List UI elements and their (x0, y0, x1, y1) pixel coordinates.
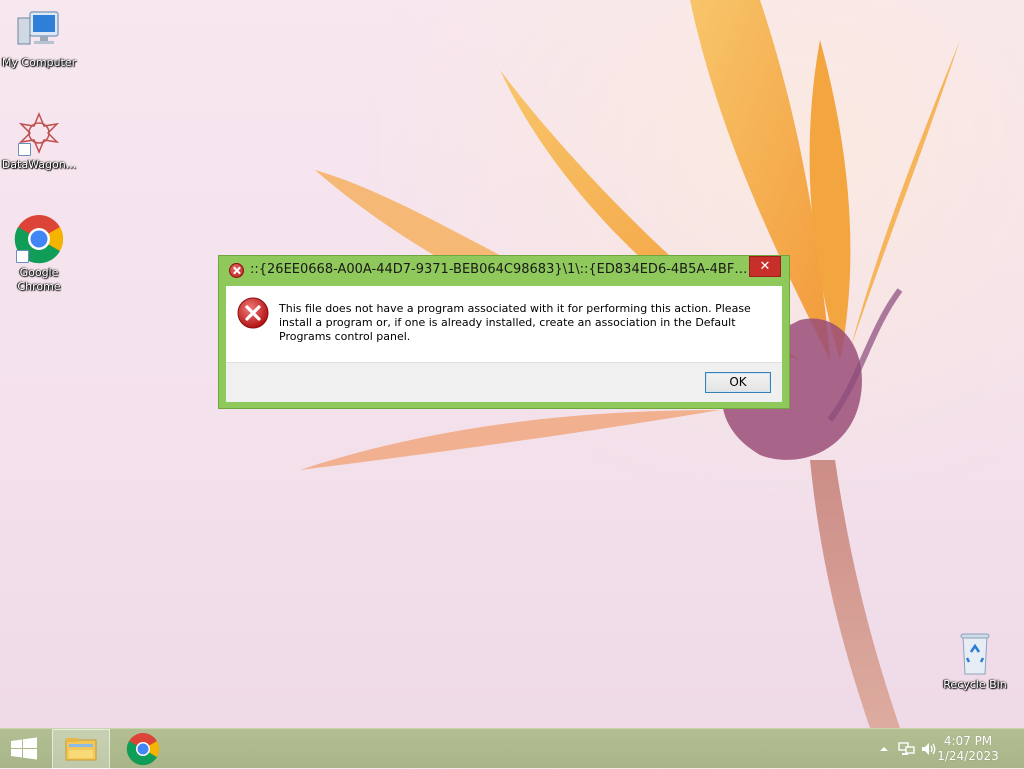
chrome-icon (126, 733, 160, 766)
dialog-title: ::{26EE0668-A00A-44D7-9371-BEB064C98683}… (250, 262, 755, 277)
message-area: This file does not have a program associ… (226, 286, 782, 362)
network-icon[interactable] (898, 741, 916, 757)
desktop-icon-my-computer[interactable]: My Computer (1, 8, 77, 70)
desktop-icon-label: Google Chrome (17, 266, 61, 293)
shortcut-arrow-icon (16, 250, 29, 263)
file-explorer-taskbar-button[interactable] (52, 729, 110, 769)
show-hidden-icons-chevron[interactable] (878, 743, 890, 755)
clock[interactable]: 4:07 PM 1/24/2023 (928, 734, 1008, 764)
taskbar: 4:07 PM 1/24/2023 (0, 728, 1024, 769)
dialog-titlebar[interactable]: ::{26EE0668-A00A-44D7-9371-BEB064C98683}… (219, 256, 789, 286)
clock-time: 4:07 PM (943, 734, 993, 748)
desktop-icon-label: My Computer (1, 56, 77, 69)
ok-button[interactable]: OK (705, 372, 771, 393)
clock-date: 1/24/2023 (937, 749, 999, 763)
desktop-icon-recycle-bin[interactable]: Recycle Bin (937, 632, 1013, 692)
desktop-icon-label: DataWagon... (1, 158, 77, 171)
computer-icon (17, 11, 59, 45)
shortcut-arrow-icon (18, 143, 31, 156)
error-message: This file does not have a program associ… (279, 302, 751, 343)
desktop-icon-label: Recycle Bin (943, 678, 1007, 691)
error-icon (237, 297, 269, 329)
chrome-taskbar-button[interactable] (114, 729, 172, 769)
start-button[interactable] (0, 729, 48, 769)
system-tray: 4:07 PM 1/24/2023 (864, 729, 1024, 769)
recycle-bin-icon (960, 633, 990, 675)
windows-logo-icon (11, 737, 37, 760)
close-button[interactable]: ✕ (749, 256, 781, 277)
error-dialog: ::{26EE0668-A00A-44D7-9371-BEB064C98683}… (218, 255, 790, 409)
file-explorer-icon (65, 738, 97, 761)
close-icon: ✕ (759, 259, 771, 274)
desktop-icon-datawagon[interactable]: DataWagon... (1, 110, 77, 172)
dialog-content: This file does not have a program associ… (226, 286, 782, 402)
button-area: OK (226, 362, 782, 402)
error-small-icon (229, 263, 244, 278)
desktop-icon-google-chrome[interactable]: Google Chrome (1, 214, 77, 294)
